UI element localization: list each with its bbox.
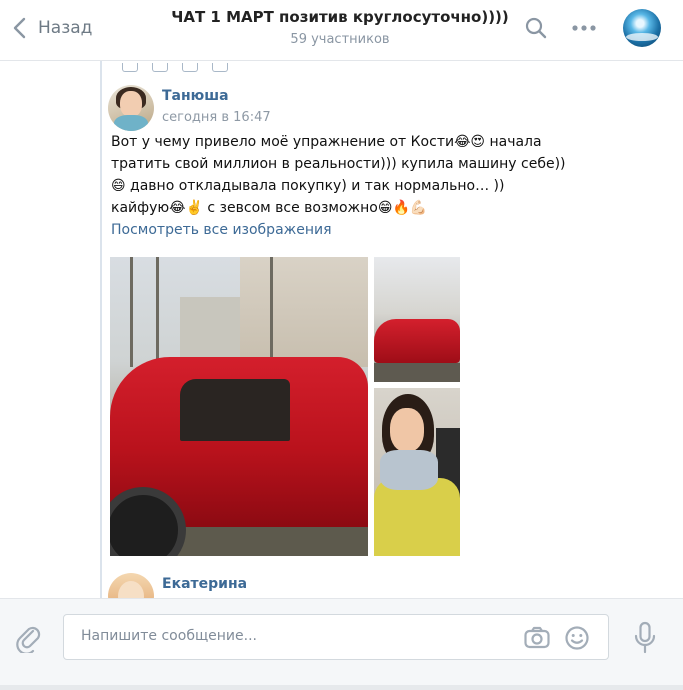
previous-message-attachments (122, 61, 242, 72)
search-icon[interactable] (524, 16, 548, 40)
back-label: Назад (38, 18, 93, 38)
next-author-name[interactable]: Екатерина (162, 576, 247, 592)
message-feed[interactable]: Танюша сегодня в 16:47 Вот у чему привел… (0, 61, 683, 598)
message-composer: Напишите сообщение... (0, 598, 683, 690)
message-input-placeholder: Напишите сообщение... (81, 628, 257, 644)
photo-main[interactable] (110, 257, 368, 556)
more-icon[interactable] (570, 16, 598, 40)
chevron-left-icon (13, 17, 26, 39)
message-timestamp: сегодня в 16:47 (162, 110, 271, 125)
author-name[interactable]: Танюша (162, 88, 229, 104)
member-count[interactable]: 59 участников (120, 32, 560, 47)
smile-icon[interactable] (564, 625, 590, 651)
microphone-icon[interactable] (632, 621, 658, 655)
bottom-strip (0, 685, 683, 690)
thread-divider (100, 61, 102, 598)
message-text: Вот у чему привело моё упражнение от Кос… (111, 134, 566, 216)
photo-portrait[interactable] (374, 388, 460, 556)
camera-icon[interactable] (523, 625, 551, 651)
chat-avatar[interactable] (623, 9, 661, 47)
chat-header: Назад ЧАТ 1 МАРТ позитив круглосуточно))… (0, 0, 683, 61)
paperclip-icon[interactable] (16, 623, 42, 653)
photo-car[interactable] (374, 257, 460, 382)
view-all-images-link[interactable]: Посмотреть все изображения (111, 222, 332, 238)
message-input[interactable]: Напишите сообщение... (63, 614, 609, 660)
next-author-avatar[interactable] (108, 573, 154, 598)
author-avatar[interactable] (108, 85, 154, 131)
back-button[interactable]: Назад (8, 10, 108, 46)
chat-title[interactable]: ЧАТ 1 МАРТ позитив круглосуточно)))) (120, 8, 560, 26)
